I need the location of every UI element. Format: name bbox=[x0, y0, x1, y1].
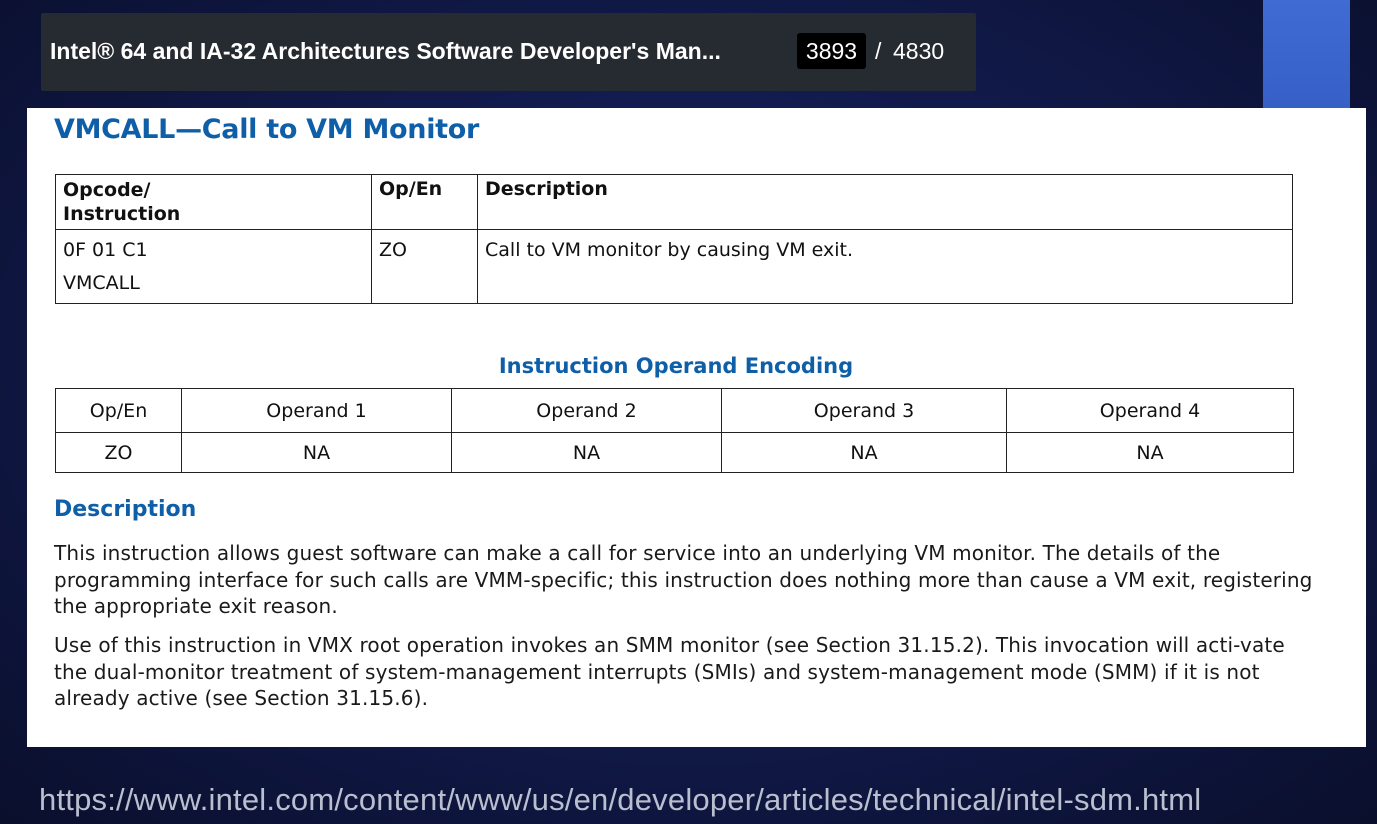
total-pages: 4830 bbox=[893, 38, 945, 64]
description-heading: Description bbox=[54, 497, 197, 522]
opcode-table: Opcode/ Instruction Op/En Description 0F… bbox=[55, 174, 1293, 304]
source-url: https://www.intel.com/content/www/us/en/… bbox=[39, 782, 1202, 817]
page-separator: / bbox=[875, 38, 882, 64]
encoding-title-text: Instruction Operand Encoding bbox=[498, 354, 854, 378]
header-op-en: Op/En bbox=[371, 174, 478, 230]
opcode-cell: 0F 01 C1 VMCALL bbox=[55, 229, 372, 304]
table-row: ZO NA NA NA NA bbox=[55, 432, 1294, 473]
table-header-row: Opcode/ Instruction Op/En Description bbox=[55, 174, 1293, 230]
description-paragraph: This instruction allows guest software c… bbox=[54, 541, 1313, 618]
table-header-row: Op/En Operand 1 Operand 2 Operand 3 Oper… bbox=[55, 388, 1294, 433]
encoding-title: Instruction Operand Encoding bbox=[27, 354, 1319, 378]
enc-cell: ZO bbox=[55, 432, 182, 473]
document-title: Intel® 64 and IA-32 Architectures Softwa… bbox=[50, 38, 721, 64]
enc-cell: NA bbox=[451, 432, 722, 473]
enc-header: Operand 2 bbox=[451, 388, 722, 433]
operand-encoding-table: Op/En Operand 1 Operand 2 Operand 3 Oper… bbox=[55, 388, 1294, 473]
enc-header: Operand 4 bbox=[1006, 388, 1294, 433]
op-en-cell: ZO bbox=[371, 229, 478, 304]
document-page: VMCALL—Call to VM Monitor Opcode/ Instru… bbox=[27, 108, 1366, 747]
slide-accent-block bbox=[1263, 0, 1350, 108]
instruction-value: VMCALL bbox=[63, 272, 140, 294]
enc-header: Operand 3 bbox=[721, 388, 1007, 433]
pdf-viewer-toolbar: Intel® 64 and IA-32 Architectures Softwa… bbox=[41, 13, 976, 91]
header-opcode: Opcode/ Instruction bbox=[55, 174, 372, 230]
enc-cell: NA bbox=[181, 432, 452, 473]
header-description: Description bbox=[477, 174, 1293, 230]
description-cell: Call to VM monitor by causing VM exit. bbox=[477, 229, 1293, 304]
description-paragraph: Use of this instruction in VMX root oper… bbox=[54, 633, 1285, 710]
current-page-input[interactable]: 3893 bbox=[797, 33, 866, 69]
enc-cell: NA bbox=[721, 432, 1007, 473]
enc-header: Operand 1 bbox=[181, 388, 452, 433]
enc-cell: NA bbox=[1006, 432, 1294, 473]
enc-header: Op/En bbox=[55, 388, 182, 433]
instruction-title: VMCALL—Call to VM Monitor bbox=[54, 114, 480, 145]
opcode-value: 0F 01 C1 bbox=[63, 239, 148, 261]
table-row: 0F 01 C1 VMCALL ZO Call to VM monitor by… bbox=[55, 229, 1293, 304]
